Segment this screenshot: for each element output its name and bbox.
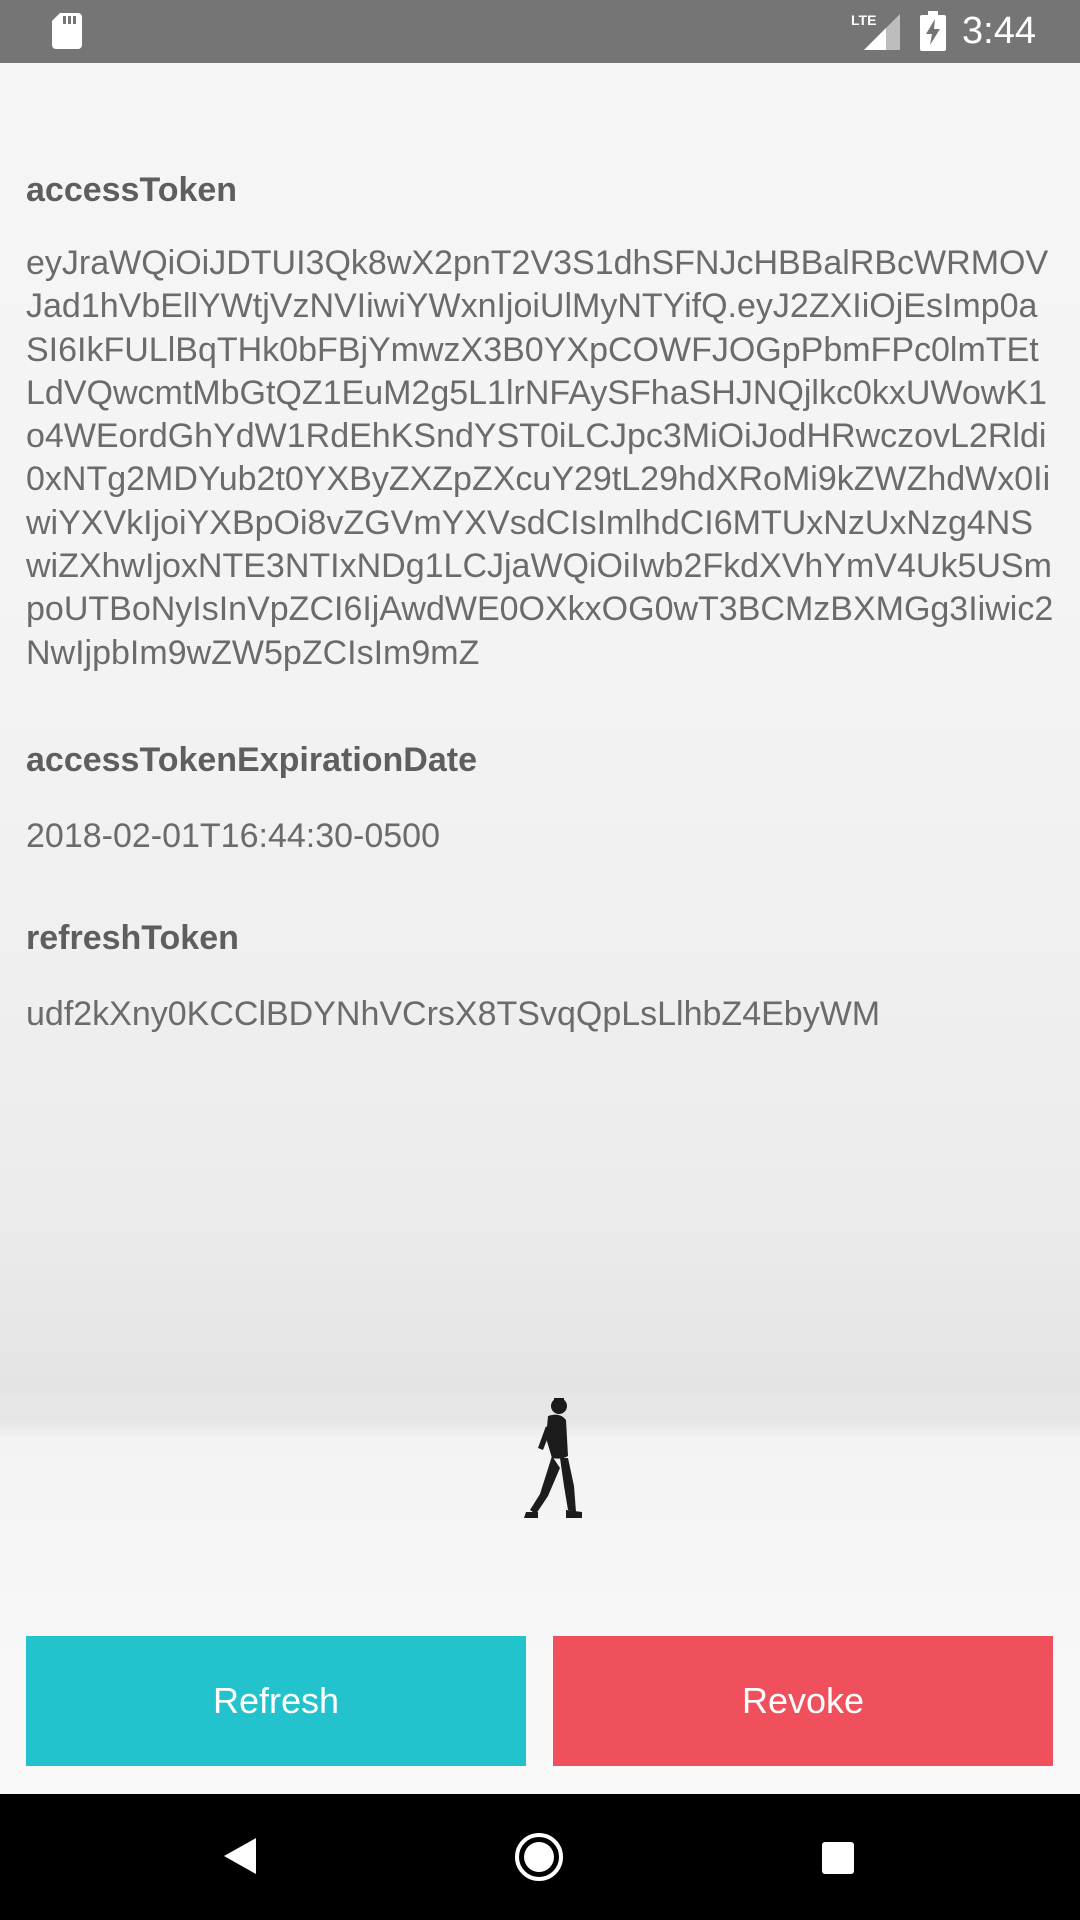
refresh-token-value: udf2kXny0KCClBDYNhVCrsX8TSvqQpLsLlhbZ4Eb… bbox=[26, 995, 881, 1033]
sd-card-icon bbox=[52, 13, 82, 49]
token-info: accessToken eyJraWQiOiJDTUI3Qk8wX2pnT2V3… bbox=[26, 170, 1054, 1034]
home-icon[interactable] bbox=[514, 1832, 564, 1882]
refresh-button[interactable]: Refresh bbox=[26, 1636, 526, 1766]
refresh-token-label: refreshToken bbox=[26, 919, 239, 957]
battery-charging-icon bbox=[920, 11, 946, 51]
status-bar: LTE 3:44 bbox=[0, 0, 1080, 63]
access-token-value: eyJraWQiOiJDTUI3Qk8wX2pnT2V3S1dhSFNJcHBB… bbox=[26, 244, 1054, 672]
revoke-button[interactable]: Revoke bbox=[553, 1636, 1053, 1766]
lte-signal-icon: LTE bbox=[851, 12, 900, 50]
walking-person-image bbox=[524, 1398, 582, 1518]
expiration-date-value: 2018-02-01T16:44:30-0500 bbox=[26, 817, 440, 855]
expiration-date-label: accessTokenExpirationDate bbox=[26, 741, 477, 779]
access-token-label: accessToken bbox=[26, 171, 238, 209]
screen: LTE 3:44 accessToken eyJraWQiOiJDTUI3Qk8… bbox=[0, 0, 1080, 1920]
status-clock: 3:44 bbox=[962, 10, 1036, 52]
recents-icon[interactable] bbox=[821, 1841, 855, 1875]
lte-text: LTE bbox=[851, 12, 876, 28]
back-icon[interactable] bbox=[222, 1836, 258, 1876]
